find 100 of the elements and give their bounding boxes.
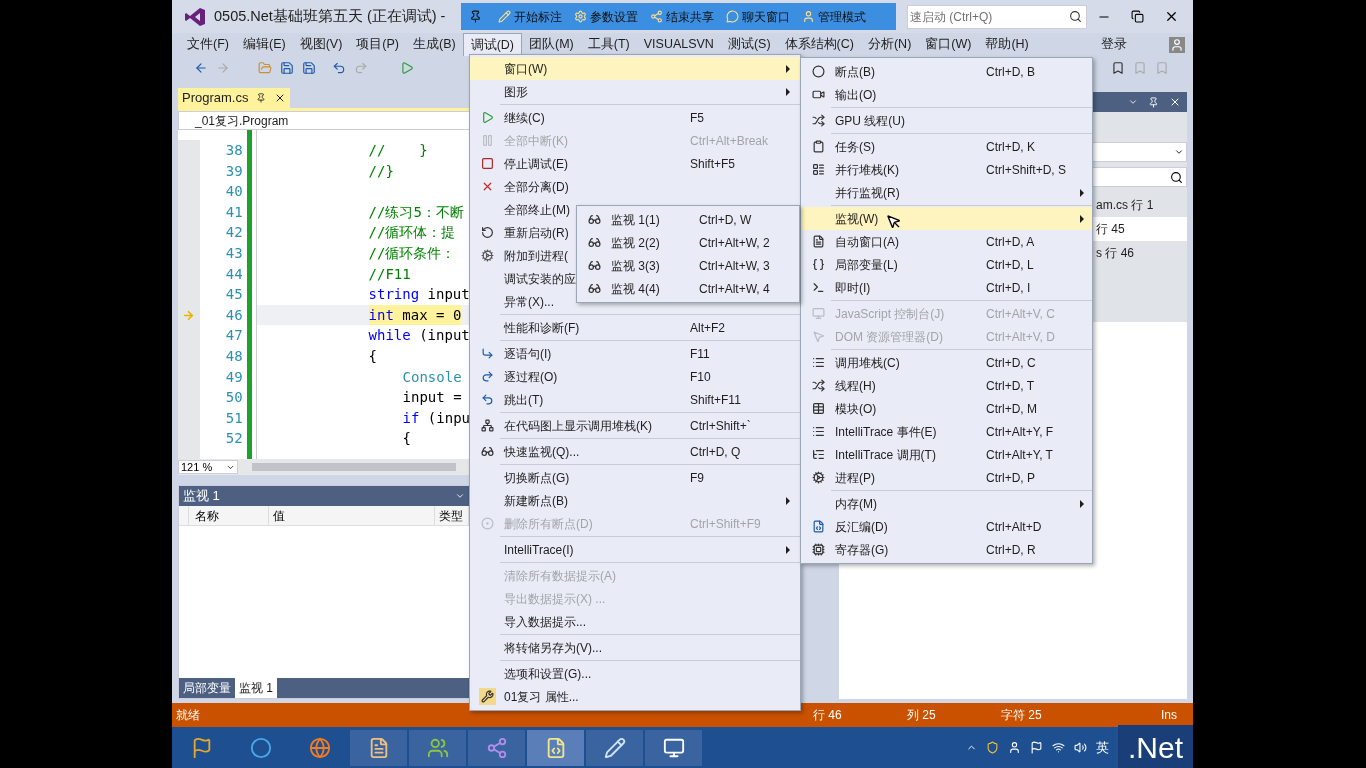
- code-line: //练习5：不断: [367, 202, 465, 222]
- menu-item-label: 清除所有数据提示(A): [504, 568, 616, 583]
- menu-shortcut: Ctrl+D, T: [986, 377, 1036, 395]
- menu-shortcut: F5: [690, 109, 705, 127]
- code-line: input =: [401, 388, 463, 408]
- line-number: 43: [225, 243, 243, 263]
- menu-item-label: 监视 1(1): [611, 212, 660, 227]
- menu-item-label: 进程(P): [835, 470, 875, 485]
- code-line: //}: [367, 161, 395, 181]
- menu-item-label: 图形: [504, 84, 528, 99]
- line-number: 46: [225, 305, 243, 325]
- menu-shortcut: Ctrl+D, I: [986, 279, 1032, 297]
- menu-shortcut: F10: [690, 368, 712, 386]
- status-line: 行 46: [813, 707, 843, 724]
- menu-shortcut: Shift+F11: [690, 391, 742, 409]
- menu-item-label: 逐语句(I): [504, 346, 552, 361]
- code-line: //循环条件：: [367, 243, 457, 263]
- code-line: {: [367, 346, 378, 366]
- menu-item-label: 将转储另存为(V)...: [504, 640, 602, 655]
- status-mode: Ins: [1161, 707, 1177, 724]
- menu-item-label: 模块(O): [835, 401, 877, 416]
- menu-shortcut: Ctrl+D, A: [986, 233, 1036, 251]
- code-line: //F11: [367, 264, 412, 284]
- code-line: //循环体：提: [367, 223, 457, 243]
- menu-shortcut: Ctrl+D, C: [986, 354, 1037, 372]
- line-number: 50: [225, 388, 243, 408]
- code-line: if (inpu: [401, 408, 470, 428]
- menu-item-label: DOM 资源管理器(D): [835, 329, 943, 344]
- menu-item-label: 删除所有断点(D): [504, 516, 593, 531]
- menu-item-label: 输出(O): [835, 87, 877, 102]
- menu-shortcut: Ctrl+Alt+W, 4: [699, 280, 771, 298]
- menu-item-label: 逐过程(O): [504, 369, 558, 384]
- menu-shortcut: Ctrl+Alt+Y, F: [986, 423, 1055, 441]
- menu-shortcut: Alt+F2: [690, 319, 726, 337]
- code-line: while (input: [367, 326, 470, 346]
- menu-shortcut: Ctrl+Shift+F9: [690, 515, 762, 533]
- panel-title: 监视 1: [183, 487, 220, 506]
- menu-shortcut: Ctrl+Alt+Y, T: [986, 446, 1054, 464]
- line-number: 51: [225, 408, 243, 428]
- menu-shortcut: Ctrl+Alt+W, 2: [699, 234, 771, 252]
- menu-shortcut: Ctrl+Shift+`: [690, 417, 752, 435]
- menu-item-label: 全部分离(D): [504, 179, 569, 194]
- menu-item-label: JavaScript 控制台(J): [835, 306, 945, 321]
- menu-item-label: 监视 2(2): [611, 235, 660, 250]
- menu-item-label: 导出数据提示(X) ...: [504, 591, 606, 606]
- menu-item-label: 窗口(W): [504, 61, 548, 76]
- menu-item-label: IntelliTrace 调用(T): [835, 447, 936, 462]
- menu-shortcut: Ctrl+Alt+Break: [690, 132, 770, 150]
- brand-text: .Net: [1117, 725, 1193, 768]
- code-line: string input: [367, 285, 470, 305]
- menu-item-label: 选项和设置(G)...: [504, 666, 592, 681]
- menu-shortcut: Ctrl+Alt+V, D: [986, 328, 1056, 346]
- menu-shortcut: Ctrl+D, M: [986, 400, 1038, 418]
- line-number: 38: [225, 141, 243, 160]
- menu-item-label: 监视 3(3): [611, 258, 660, 273]
- menu-item-label: 反汇编(D): [835, 519, 888, 534]
- menu-item-label: 断点(B): [835, 64, 875, 79]
- code-line: {: [401, 429, 412, 449]
- menu-item-label: IntelliTrace 事件(E): [835, 424, 937, 439]
- menu-item-label: 调用堆栈(C): [835, 355, 900, 370]
- line-number: 41: [225, 202, 243, 222]
- menu-shortcut: F11: [690, 345, 711, 363]
- menu-shortcut: Ctrl+Alt+V, C: [986, 305, 1056, 323]
- code-line: Console: [401, 367, 463, 387]
- window-title: 0505.Net基础班第五天 (正在调试) -: [214, 6, 446, 26]
- menu-item-label: 任务(S): [835, 139, 875, 154]
- menu-item-label: 在代码图上显示调用堆栈(K): [504, 418, 652, 433]
- menu-item-label: 继续(C): [504, 110, 545, 125]
- menu-item-label: 局部变量(L): [835, 257, 898, 272]
- menu-item-label: 全部中断(K): [504, 133, 568, 148]
- status-message: 就绪: [176, 707, 201, 724]
- line-number: 45: [225, 285, 243, 305]
- line-number: 48: [225, 346, 243, 366]
- status-column: 列 25: [907, 706, 1001, 724]
- menu-item-label: 01复习 属性...: [504, 689, 579, 704]
- line-number: 42: [225, 223, 243, 243]
- line-number: 47: [225, 326, 243, 346]
- menu-shortcut: Ctrl+Shift+D, S: [986, 161, 1068, 179]
- line-number: 40: [225, 182, 243, 202]
- menu-shortcut: Ctrl+D, L: [986, 256, 1035, 274]
- code-line: // }: [367, 141, 429, 160]
- menu-item-label: 停止调试(E): [504, 156, 568, 171]
- menu-item-label: IntelliTrace(I): [504, 542, 574, 557]
- menu-item-label: 寄存器(G): [835, 542, 889, 557]
- menu-item-label: 自动窗口(A): [835, 234, 899, 249]
- menu-item-label: 内存(M): [835, 496, 877, 511]
- menu-shortcut: Ctrl+Alt+D: [986, 518, 1043, 536]
- menu-shortcut: Ctrl+D, B: [986, 63, 1036, 81]
- menu-item-label: 并行堆栈(K): [835, 162, 899, 177]
- menu-shortcut: Ctrl+D, Q: [690, 443, 742, 461]
- menu-shortcut: Ctrl+Alt+W, 3: [699, 257, 771, 275]
- menu-shortcut: Ctrl+D, K: [986, 138, 1036, 156]
- menu-item-label: 重新启动(R): [504, 225, 569, 240]
- menu-item-label: GPU 线程(U): [835, 113, 905, 128]
- menu-item-label: 监视 4(4): [611, 281, 660, 296]
- status-character: 字符 25: [1001, 707, 1043, 724]
- line-number: 44: [225, 264, 243, 284]
- menu-shortcut: Shift+F5: [690, 155, 737, 173]
- menu-item-label: 跳出(T): [504, 392, 544, 407]
- menu-item-label: 性能和诊断(F): [504, 320, 580, 335]
